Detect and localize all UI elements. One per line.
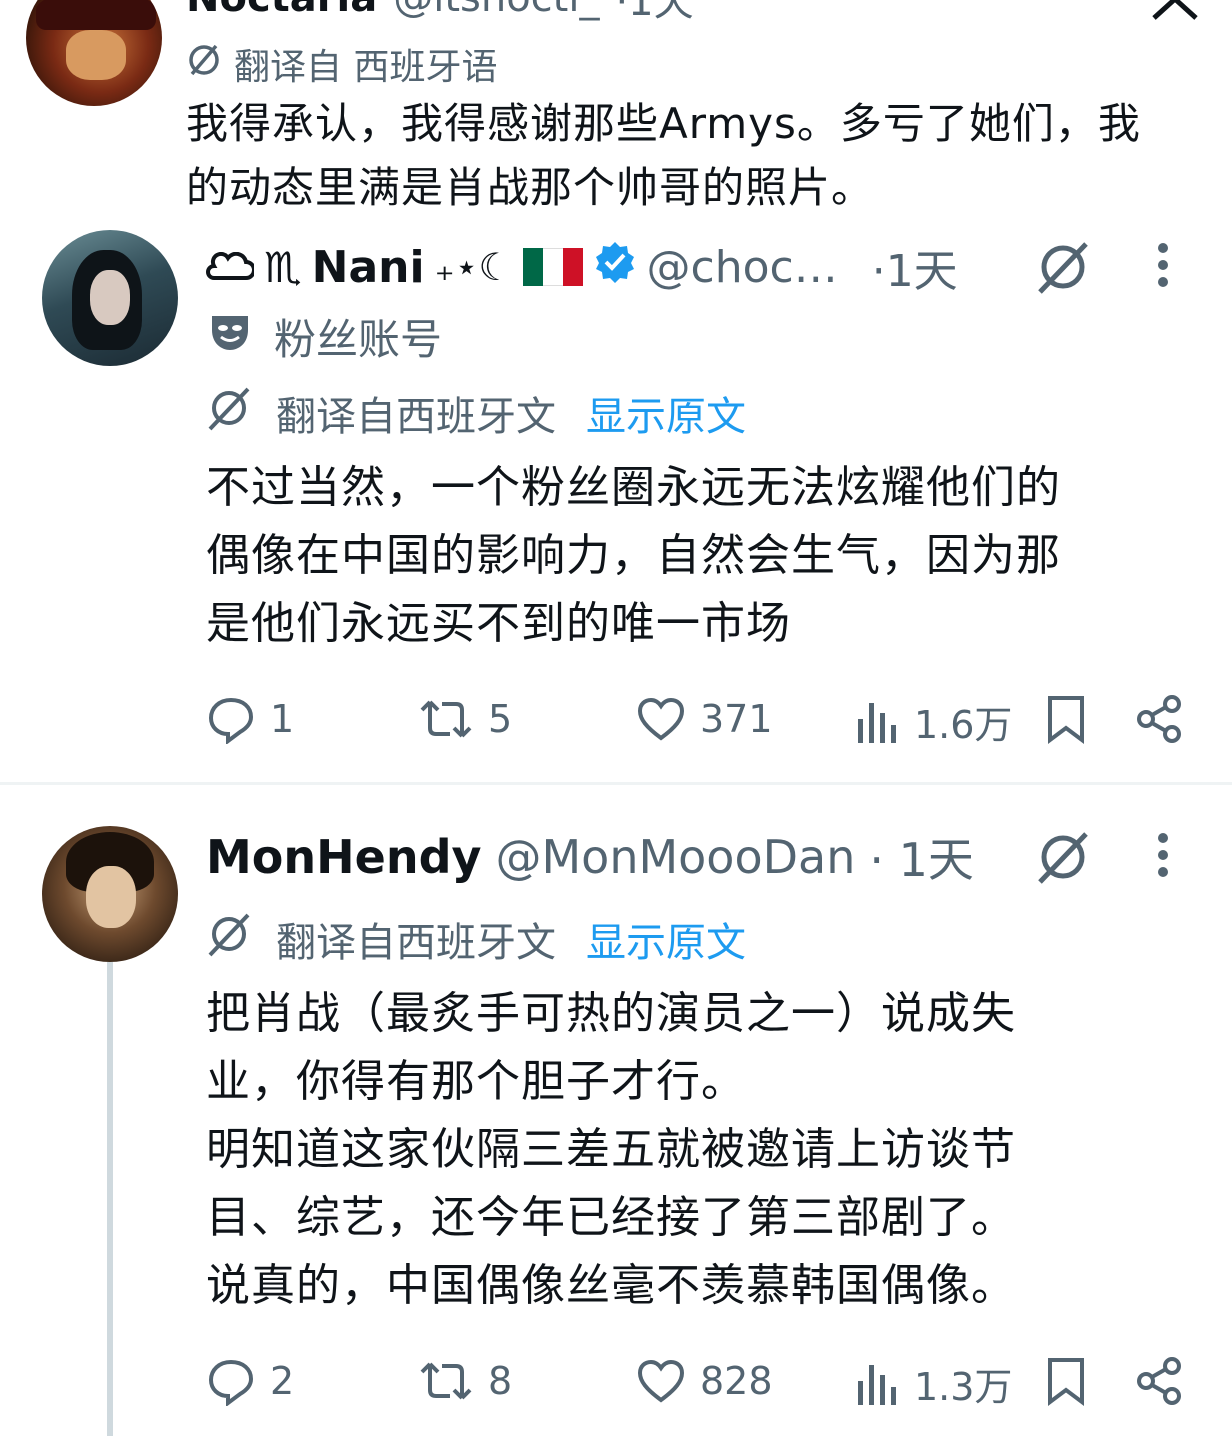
- display-name[interactable]: Noctaria: [186, 0, 377, 21]
- post-text-line: 明知道这家伙隔三差五就被邀请上访谈节: [206, 1124, 1016, 1175]
- repost-count: 8: [488, 1359, 513, 1403]
- scorpio-symbol: ♏: [264, 242, 302, 292]
- handle[interactable]: @choc…: [647, 242, 838, 293]
- reply-button[interactable]: 2: [206, 1356, 294, 1406]
- share-button[interactable]: [1136, 694, 1184, 748]
- view-count: 1.3万: [914, 1365, 1013, 1409]
- handle[interactable]: @MonMoooDan: [495, 830, 855, 884]
- post-text-line: 说真的，中国偶像丝毫不羡慕韩国偶像。: [206, 1260, 1016, 1311]
- display-name[interactable]: Nani: [312, 242, 425, 293]
- post-text-line: 的动态里满是肖战那个帅哥的照片。: [186, 163, 875, 212]
- repost-icon: [420, 700, 472, 738]
- share-button[interactable]: [1136, 1356, 1184, 1410]
- close-icon[interactable]: [1150, 0, 1200, 20]
- views-button[interactable]: 1.3万: [856, 1356, 1012, 1411]
- translated-label: 翻译自 西班牙语: [234, 47, 498, 88]
- more-options-icon[interactable]: [1152, 832, 1174, 878]
- grok-icon[interactable]: [1034, 830, 1092, 884]
- verified-badge-icon: [593, 240, 637, 295]
- view-count: 1.6万: [914, 703, 1013, 747]
- repost-count: 5: [488, 697, 513, 741]
- reply-count: 1: [270, 697, 295, 741]
- post-text-line: 是他们永远买不到的唯一市场: [206, 598, 791, 649]
- translate-icon: [206, 911, 252, 967]
- show-original-link[interactable]: 显示原文: [586, 384, 746, 442]
- translated-label: 翻译自西班牙文: [276, 394, 556, 440]
- bookmark-icon: [1048, 696, 1084, 744]
- timestamp[interactable]: · 1天: [869, 824, 974, 890]
- share-icon: [1137, 1357, 1181, 1405]
- avatar-noctaria[interactable]: [26, 0, 162, 106]
- repost-button[interactable]: 5: [418, 694, 512, 744]
- like-count: 371: [700, 697, 773, 741]
- like-count: 828: [700, 1359, 773, 1403]
- repost-icon: [420, 1362, 472, 1400]
- post-text-line: 偶像在中国的影响力，自然会生气，因为那: [206, 530, 1061, 581]
- views-button[interactable]: 1.6万: [856, 694, 1012, 749]
- bookmark-button[interactable]: [1044, 1356, 1088, 1410]
- reply-count: 2: [270, 1359, 295, 1403]
- reply-icon: [208, 697, 254, 744]
- translated-label: 翻译自西班牙文: [276, 920, 556, 966]
- translate-icon: [186, 42, 222, 87]
- bookmark-icon: [1048, 1358, 1084, 1406]
- thread-line: [107, 962, 113, 1436]
- grok-icon[interactable]: [1034, 240, 1092, 294]
- post-divider: [0, 782, 1232, 785]
- timestamp[interactable]: ·1天: [872, 235, 958, 299]
- avatar-monhendy[interactable]: [42, 826, 178, 962]
- like-button[interactable]: 371: [636, 694, 773, 744]
- more-options-icon[interactable]: [1152, 242, 1174, 288]
- views-icon: [858, 702, 896, 743]
- mexico-flag-icon: [522, 248, 583, 286]
- sparkle-moon-symbols: ₊⋆☾: [434, 245, 513, 289]
- avatar-nani[interactable]: [42, 230, 178, 366]
- handle[interactable]: @itsnocti_: [393, 0, 599, 21]
- display-name[interactable]: MonHendy: [206, 830, 481, 884]
- post-text-line: 业，你得有那个胆子才行。: [206, 1056, 746, 1107]
- share-icon: [1137, 695, 1181, 743]
- post-text-line: 把肖战（最炙手可热的演员之一）说成失: [206, 988, 1016, 1039]
- bookmark-button[interactable]: [1044, 694, 1088, 748]
- post-text-line: 我得承认，我得感谢那些Armys。多亏了她们，我: [186, 99, 1141, 148]
- translate-icon: [206, 385, 252, 441]
- views-icon: [858, 1364, 896, 1405]
- like-button[interactable]: 828: [636, 1356, 773, 1406]
- show-original-link[interactable]: 显示原文: [586, 910, 746, 968]
- reply-button[interactable]: 1: [206, 694, 294, 744]
- timestamp[interactable]: ·1天: [615, 0, 693, 27]
- heart-icon: [637, 1359, 685, 1403]
- cloud-icon: [206, 242, 256, 293]
- heart-icon: [637, 697, 685, 741]
- reply-icon: [208, 1359, 254, 1406]
- fan-account-badge: 粉丝账号: [274, 315, 443, 364]
- post-text-line: 不过当然，一个粉丝圈永远无法炫耀他们的: [206, 462, 1061, 513]
- repost-button[interactable]: 8: [418, 1356, 512, 1406]
- mask-icon: [208, 310, 252, 364]
- post-text-line: 目、综艺，还今年已经接了第三部剧了。: [206, 1192, 1016, 1243]
